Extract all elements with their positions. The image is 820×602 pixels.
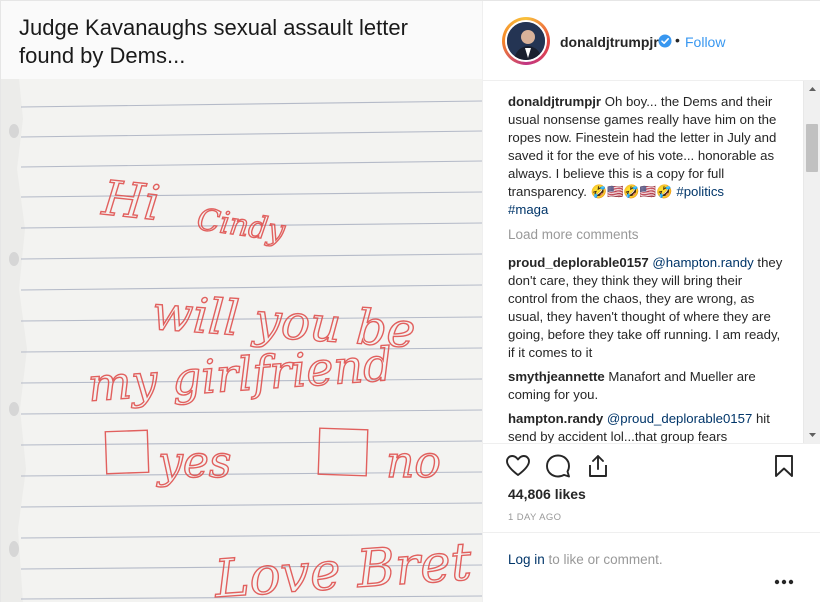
scrollbar-thumb[interactable]	[806, 124, 818, 172]
note-no: no	[386, 437, 441, 488]
like-count[interactable]: 44,806 likes	[508, 486, 586, 502]
avatar[interactable]	[505, 20, 547, 62]
post-image[interactable]: Judge Kavanaughs sexual assault letter f…	[1, 1, 482, 602]
notebook-paper-note: Hi Cindy will you be my girlfriend yes n…	[1, 79, 482, 602]
image-caption: Judge Kavanaughs sexual assault letter f…	[19, 15, 408, 68]
post-details-panel: donaldjtrumpjr • Follow donaldjtrumpjr O…	[482, 1, 820, 602]
header-username[interactable]: donaldjtrumpjr	[560, 34, 659, 50]
comment-icon[interactable]	[545, 453, 571, 479]
caption-username[interactable]: donaldjtrumpjr	[508, 94, 601, 109]
load-more-comments-button[interactable]: Load more comments	[508, 227, 639, 242]
comment-item: hampton.randy @proud_deplorable0157 hit …	[508, 410, 784, 443]
post-timestamp[interactable]: 1 DAY AGO	[508, 512, 561, 523]
hashtag-politics[interactable]: #politics	[676, 184, 724, 199]
comment-mention[interactable]: @proud_deplorable0157	[607, 411, 752, 426]
comments-scrollbar[interactable]	[803, 81, 820, 443]
comment-item: proud_deplorable0157 @hampton.randy they…	[508, 254, 784, 362]
follow-button[interactable]: Follow	[685, 34, 725, 50]
comment-mention[interactable]: @hampton.randy	[652, 255, 753, 270]
note-yes: yes	[156, 437, 231, 488]
post-actions: 44,806 likes 1 DAY AGO Log in to like or…	[483, 443, 820, 602]
comment-text: they don't care, they think they will br…	[508, 255, 783, 360]
comments-list[interactable]: donaldjtrumpjr Oh boy... the Dems and th…	[483, 81, 803, 443]
login-link[interactable]: Log in	[508, 552, 545, 567]
login-prompt: Log in to like or comment.	[508, 552, 663, 567]
scroll-down-arrow-icon[interactable]	[804, 426, 820, 443]
verified-badge-icon	[658, 34, 672, 48]
comment-username[interactable]: smythjeannette	[508, 369, 605, 384]
scroll-up-arrow-icon[interactable]	[804, 81, 820, 98]
comment-username[interactable]: hampton.randy	[508, 411, 603, 426]
hashtag-maga[interactable]: #maga	[508, 202, 548, 217]
comment-item: smythjeannette Manafort and Mueller are …	[508, 368, 784, 404]
comment-login-row: Log in to like or comment.	[483, 532, 820, 602]
instagram-post: Judge Kavanaughs sexual assault letter f…	[0, 0, 820, 602]
share-icon[interactable]	[585, 453, 611, 479]
login-prompt-text: to like or comment.	[544, 552, 663, 567]
heart-icon[interactable]	[505, 453, 531, 479]
avatar-story-ring[interactable]	[502, 17, 550, 65]
post-header: donaldjtrumpjr • Follow	[483, 1, 820, 81]
header-separator: •	[675, 32, 680, 48]
post-caption: donaldjtrumpjr Oh boy... the Dems and th…	[508, 93, 784, 219]
image-caption-band: Judge Kavanaughs sexual assault letter f…	[1, 1, 482, 79]
comment-username[interactable]: proud_deplorable0157	[508, 255, 649, 270]
more-options-icon[interactable]	[774, 572, 794, 585]
bookmark-icon[interactable]	[771, 453, 797, 479]
caption-text: Oh boy... the Dems and their usual nonse…	[508, 94, 777, 199]
note-line-1: Hi	[99, 170, 163, 232]
